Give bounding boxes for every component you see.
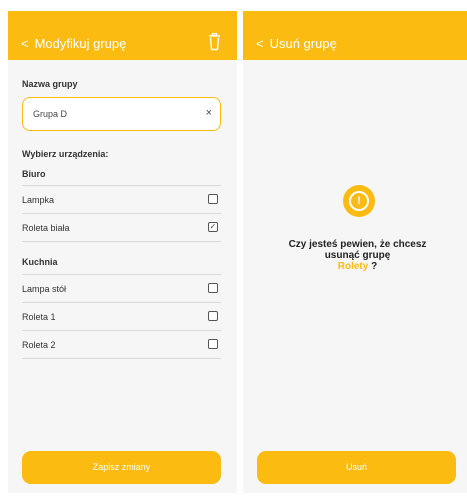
group-name-highlight: Rolety bbox=[337, 261, 369, 272]
device-label: Roleta 2 bbox=[22, 340, 56, 350]
delete-button[interactable]: Usuń bbox=[257, 451, 456, 484]
header-title: Usuń grupę bbox=[269, 36, 337, 51]
group-name-label: Nazwa grupy bbox=[22, 79, 78, 89]
device-label: Roleta 1 bbox=[22, 312, 56, 322]
back-button[interactable]: < Modyfikuj grupę bbox=[21, 37, 126, 51]
header: < Usuń grupę bbox=[243, 11, 467, 60]
group-name-field[interactable]: × bbox=[22, 97, 221, 131]
clear-icon[interactable]: × bbox=[206, 107, 212, 119]
chevron-left-icon: < bbox=[256, 36, 264, 51]
confirm-message: Czy jesteś pewien, że chcesz usunąć grup… bbox=[253, 239, 462, 272]
header-title: Modyfikuj grupę bbox=[34, 36, 127, 51]
device-checkbox[interactable] bbox=[208, 283, 218, 293]
confirm-line-2: usunąć grupę bbox=[324, 250, 391, 261]
room-label-biuro: Biuro bbox=[22, 169, 46, 179]
modify-group-screen: < Modyfikuj grupę Nazwa grupy × Wybierz u… bbox=[8, 11, 237, 493]
device-row-lampka[interactable]: Lampka bbox=[22, 185, 221, 212]
device-label: Lampa stół bbox=[22, 284, 67, 294]
room-label-kuchnia: Kuchnia bbox=[22, 257, 58, 267]
device-checkbox[interactable] bbox=[208, 311, 218, 321]
device-checkbox[interactable] bbox=[208, 339, 218, 349]
header: < Modyfikuj grupę bbox=[8, 11, 237, 60]
confirm-line-1: Czy jesteś pewien, że chcesz bbox=[288, 239, 427, 250]
trash-icon[interactable] bbox=[208, 33, 221, 51]
devices-label: Wybierz urządzenia: bbox=[22, 149, 109, 159]
save-changes-button[interactable]: Zapisz zmiany bbox=[22, 451, 221, 484]
back-button[interactable]: < Usuń grupę bbox=[256, 37, 337, 51]
device-label: Lampka bbox=[22, 195, 55, 205]
device-row-roleta-1[interactable]: Roleta 1 bbox=[22, 302, 221, 329]
device-row-lampa-stol[interactable]: Lampa stół bbox=[22, 274, 221, 301]
device-label: Roleta biała bbox=[22, 223, 70, 233]
confirm-line-3: Rolety ? bbox=[253, 261, 462, 272]
exclamation-icon: ! bbox=[349, 191, 369, 211]
divider bbox=[22, 358, 221, 359]
delete-group-screen: < Usuń grupę ! Czy jesteś pewien, że chce… bbox=[243, 11, 467, 493]
device-row-roleta-biala[interactable]: Roleta biała ✓ bbox=[22, 213, 221, 240]
group-name-input[interactable] bbox=[33, 107, 193, 121]
divider bbox=[22, 241, 221, 242]
chevron-left-icon: < bbox=[21, 36, 29, 51]
question-mark: ? bbox=[371, 261, 378, 272]
device-row-roleta-2[interactable]: Roleta 2 bbox=[22, 330, 221, 357]
device-checkbox[interactable] bbox=[208, 194, 218, 204]
device-checkbox-checked[interactable]: ✓ bbox=[208, 222, 218, 232]
warning-icon: ! bbox=[343, 185, 375, 217]
